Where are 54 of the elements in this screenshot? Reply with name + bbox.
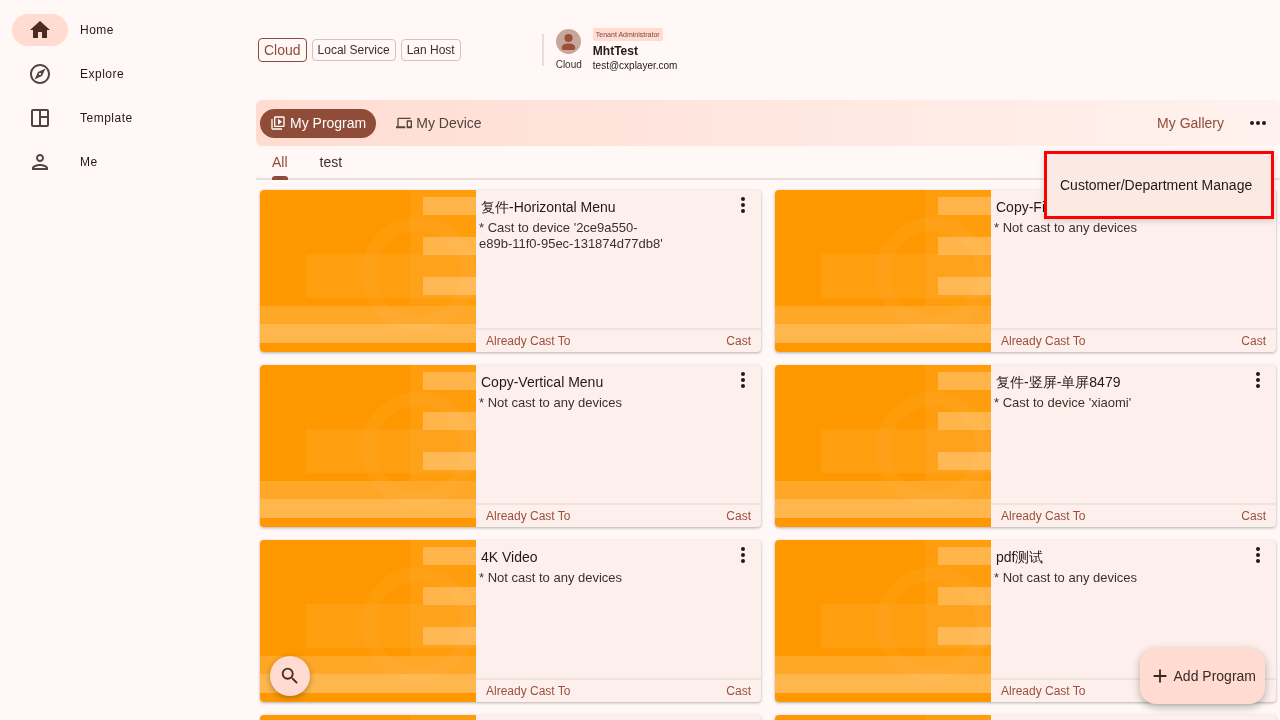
more-vertical-icon bbox=[741, 547, 745, 563]
card-title: pdf测试 bbox=[996, 549, 1044, 565]
already-cast-button[interactable]: Already Cast To bbox=[1001, 507, 1086, 525]
search-icon bbox=[279, 665, 301, 687]
cast-button[interactable]: Cast bbox=[1241, 507, 1266, 525]
cast-button[interactable]: Cast bbox=[1241, 332, 1266, 350]
dashboard-icon bbox=[28, 106, 52, 130]
card-description: * Cast to device 'xiaomi' bbox=[993, 395, 1133, 411]
more-vertical-icon bbox=[741, 197, 745, 213]
card-title: Copy-Fi bbox=[996, 199, 1045, 215]
user-name: MhtTest bbox=[592, 43, 638, 59]
card-description: * Not cast to any devices bbox=[993, 220, 1139, 236]
more-vertical-icon bbox=[741, 372, 745, 388]
nav-item[interactable]: Template bbox=[12, 102, 133, 134]
more-vertical-icon bbox=[1256, 547, 1260, 563]
program-card[interactable]: 复件-Horizontal Menu * Cast to device '2ce9a550-e89b-11f0-95ec-131874d77db8' Already Cast To Cast bbox=[260, 190, 761, 352]
card-title: 4K Video bbox=[481, 549, 538, 565]
devices-icon bbox=[396, 115, 413, 131]
mode-chip[interactable]: Local Service bbox=[311, 39, 396, 61]
nav-item[interactable]: Explore bbox=[12, 58, 125, 90]
add-program-button[interactable]: Add Program bbox=[1139, 648, 1265, 704]
section-tab[interactable]: My Program bbox=[260, 108, 377, 138]
avatar-icon bbox=[556, 29, 582, 54]
more-vertical-icon bbox=[1256, 372, 1260, 388]
gallery-link[interactable]: My Gallery bbox=[1155, 112, 1226, 134]
card-title: Copy-Vertical Menu bbox=[481, 374, 604, 390]
more-horizontal-icon bbox=[1250, 121, 1266, 125]
already-cast-button[interactable]: Already Cast To bbox=[486, 507, 571, 525]
user-email: test@cxplayer.com bbox=[592, 59, 678, 73]
card-description: * Not cast to any devices bbox=[478, 395, 624, 411]
program-card[interactable]: 复件-竖屏-单屏8479 * Cast to device 'xiaomi' Already Cast To Cast bbox=[775, 365, 1276, 527]
video-library-icon bbox=[270, 115, 286, 131]
card-description: * Cast to device '2ce9a550-e89b-11f0-95ec-131874d77db8' bbox=[478, 220, 664, 252]
card-title: 复件-Horizontal Menu bbox=[481, 199, 616, 215]
card-description: * Not cast to any devices bbox=[478, 570, 624, 586]
cast-button[interactable]: Cast bbox=[726, 332, 751, 350]
filter-tab[interactable]: All bbox=[256, 146, 304, 178]
mode-chip[interactable]: Lan Host bbox=[400, 39, 461, 61]
program-card[interactable]: Copy-Vertical Menu * Not cast to any devices Already Cast To Cast bbox=[260, 365, 761, 527]
filter-tab[interactable]: test bbox=[303, 146, 359, 178]
card-title: 复件-竖屏-单屏8479 bbox=[996, 374, 1121, 390]
mode-chip[interactable]: Cloud bbox=[258, 38, 307, 62]
compass-icon bbox=[28, 62, 52, 86]
cast-button[interactable]: Cast bbox=[726, 507, 751, 525]
cast-button[interactable]: Cast bbox=[726, 682, 751, 700]
nav-item[interactable]: Me bbox=[12, 146, 98, 178]
section-tab[interactable]: My Device bbox=[386, 108, 492, 138]
account-mode: Cloud bbox=[555, 59, 582, 71]
already-cast-button[interactable]: Already Cast To bbox=[486, 332, 571, 350]
already-cast-button[interactable]: Already Cast To bbox=[1001, 332, 1086, 350]
program-card[interactable]: 4K Video * Not cast to any devices Already Cast To Cast bbox=[260, 540, 761, 702]
card-description: * Not cast to any devices bbox=[993, 570, 1139, 586]
already-cast-button[interactable]: Already Cast To bbox=[486, 682, 571, 700]
already-cast-button[interactable]: Already Cast To bbox=[1001, 682, 1086, 700]
